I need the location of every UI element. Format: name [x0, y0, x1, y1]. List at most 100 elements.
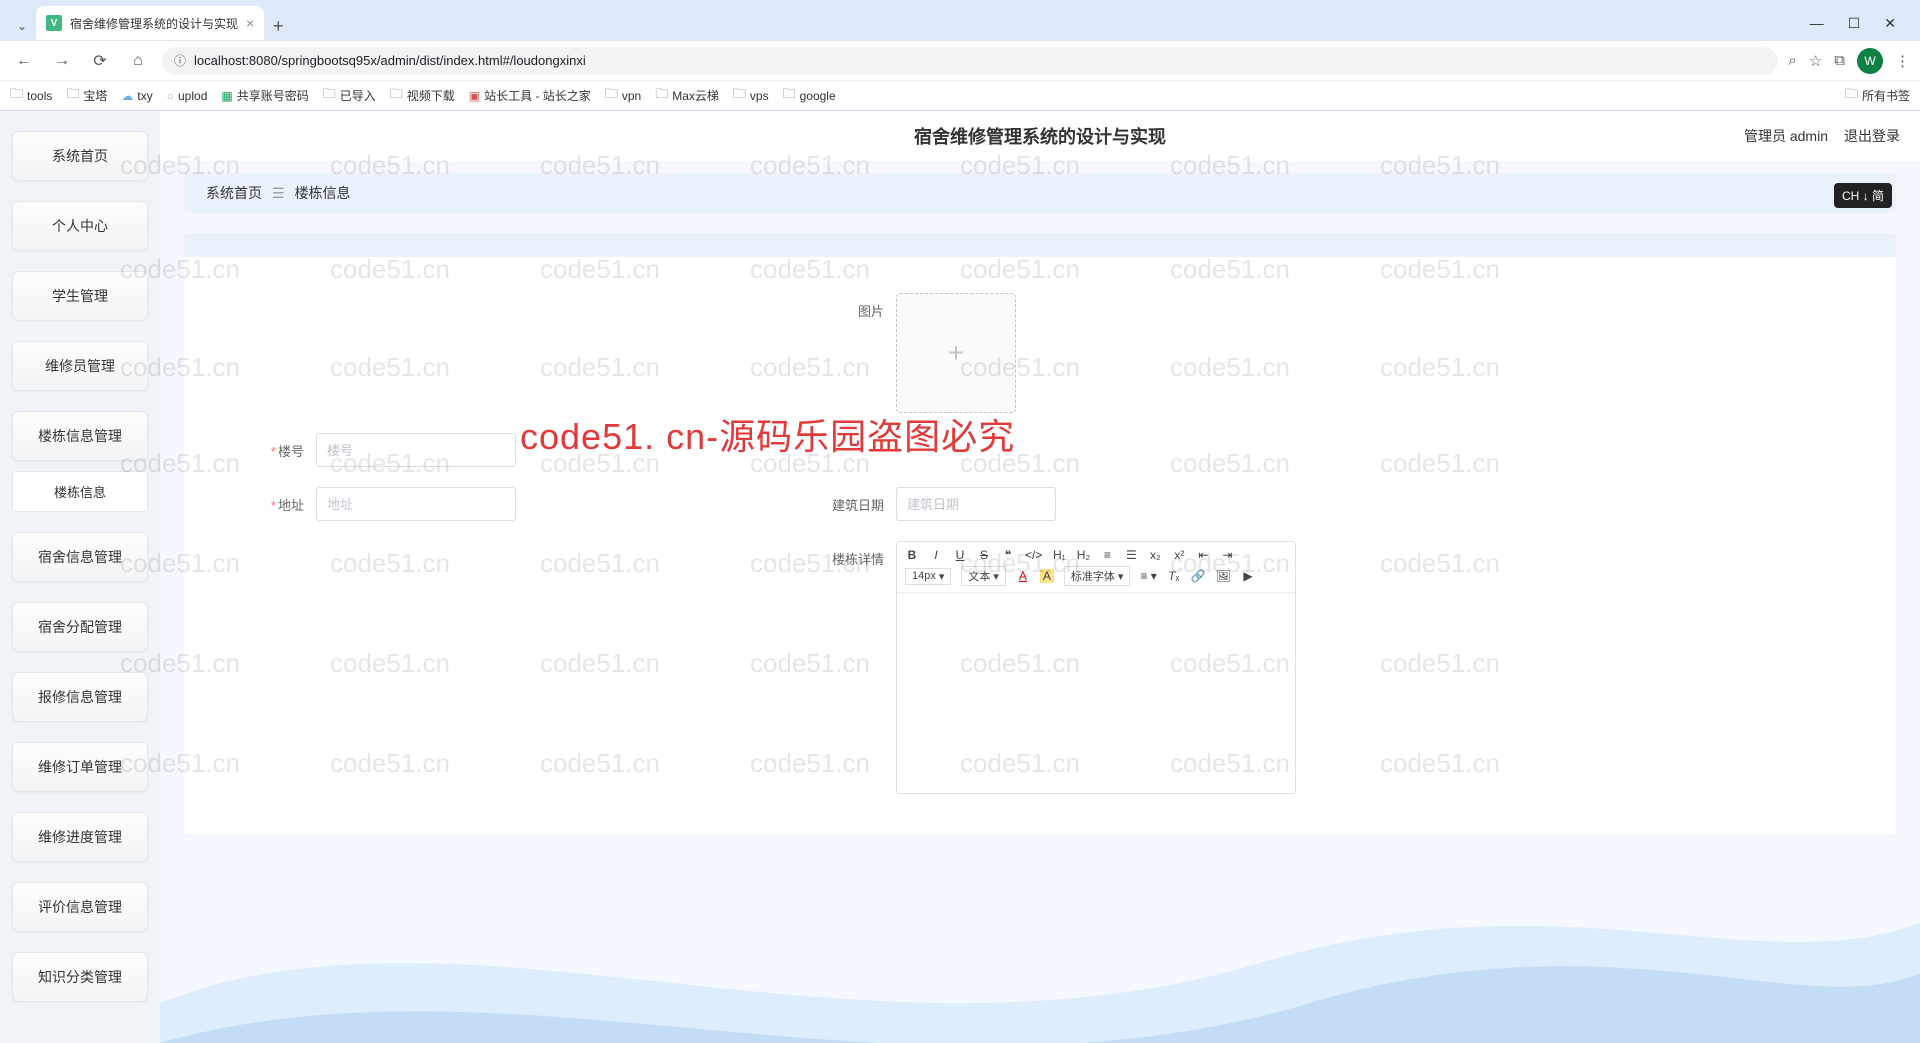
font-family-select[interactable]: 标准字体 ▾	[1064, 566, 1131, 586]
sidebar-item-repair-order[interactable]: 维修订单管理	[12, 742, 148, 792]
sidebar-item-dorm-assign[interactable]: 宿舍分配管理	[12, 602, 148, 652]
bookmark-star-icon[interactable]: ☆	[1809, 52, 1822, 70]
building-no-input[interactable]	[316, 433, 516, 467]
bookmark-item[interactable]: 🗀vps	[733, 85, 769, 107]
back-icon[interactable]: ←	[10, 47, 38, 75]
reload-icon[interactable]: ⟳	[86, 47, 114, 75]
sup-icon[interactable]: x²	[1172, 548, 1186, 562]
bookmark-item[interactable]: ▦共享账号密码	[221, 87, 308, 104]
ime-indicator[interactable]: CH ↓ 简	[1834, 183, 1892, 208]
sidebar-item-building-info[interactable]: 楼栋信息管理	[12, 411, 148, 461]
bookmark-item[interactable]: 🗀已导入	[323, 85, 376, 107]
image-icon[interactable]: 🖼	[1216, 569, 1231, 583]
code-icon[interactable]: </>	[1025, 548, 1042, 562]
bold-icon[interactable]: B	[905, 548, 919, 562]
tab-title: 宿舍维修管理系统的设计与实现	[70, 15, 238, 32]
sidebar-item-knowledge[interactable]: 知识分类管理	[12, 952, 148, 1002]
link-icon[interactable]: 🔗	[1191, 569, 1206, 583]
sheet-icon: ▦	[221, 89, 232, 103]
address-label: 地址	[278, 498, 304, 513]
build-date-input[interactable]	[896, 487, 1056, 521]
sidebar-item-profile[interactable]: 个人中心	[12, 201, 148, 251]
browser-chrome: ⌄ V 宿舍维修管理系统的设计与实现 × + — ☐ ✕ ← → ⟳ ⌂ ⓘ l…	[0, 0, 1920, 111]
font-color-icon[interactable]: A	[1016, 569, 1030, 583]
bookmark-item[interactable]: 🗀vpn	[605, 85, 641, 107]
indent-right-icon[interactable]: ⇥	[1220, 548, 1234, 562]
chrome-menu-icon[interactable]: ⋮	[1895, 52, 1910, 70]
breadcrumb-sep-icon: ☰	[272, 185, 285, 202]
sidebar-item-repair-progress[interactable]: 维修进度管理	[12, 812, 148, 862]
rich-editor: B I U S ❝ </> H₁ H₂ ≡ ☰ x₂ x² ⇤	[896, 541, 1296, 794]
window-controls: — ☐ ✕	[1794, 6, 1912, 40]
folder-icon: 🗀	[733, 85, 746, 107]
bookmark-item[interactable]: ▣站长工具 - 站长之家	[469, 87, 591, 104]
home-icon[interactable]: ⌂	[124, 47, 152, 75]
indent-left-icon[interactable]: ⇤	[1196, 548, 1210, 562]
sidebar-item-home[interactable]: 系统首页	[12, 131, 148, 181]
bookmark-item[interactable]: ☁txy	[121, 89, 152, 103]
bookmark-item[interactable]: 🗀tools	[10, 85, 52, 107]
profile-avatar[interactable]: W	[1857, 48, 1883, 74]
extensions-icon[interactable]: ⧉	[1834, 52, 1845, 69]
bookmark-item[interactable]: ○uplod	[167, 89, 208, 103]
video-icon[interactable]: ▶	[1241, 569, 1255, 583]
folder-icon: 🗀	[655, 85, 668, 107]
breadcrumb-current: 楼栋信息	[295, 183, 351, 203]
url-field[interactable]: ⓘ localhost:8080/springbootsq95x/admin/d…	[162, 47, 1778, 75]
logout-link[interactable]: 退出登录	[1844, 126, 1900, 146]
maximize-icon[interactable]: ☐	[1848, 15, 1861, 32]
editor-toolbar: B I U S ❝ </> H₁ H₂ ≡ ☰ x₂ x² ⇤	[897, 542, 1295, 593]
bookmark-item[interactable]: 🗀google	[783, 85, 836, 107]
bg-color-icon[interactable]: A	[1040, 569, 1054, 583]
minimize-icon[interactable]: —	[1810, 15, 1824, 31]
app-header: 宿舍维修管理系统的设计与实现 管理员 admin 退出登录	[160, 111, 1920, 161]
url-text: localhost:8080/springbootsq95x/admin/dis…	[194, 53, 586, 68]
build-date-label: 建筑日期	[804, 487, 884, 514]
underline-icon[interactable]: U	[953, 548, 967, 562]
sidebar-item-repair-request[interactable]: 报修信息管理	[12, 672, 148, 722]
editor-content[interactable]	[897, 593, 1295, 793]
text-type-select[interactable]: 文本 ▾	[961, 566, 1006, 586]
sub-icon[interactable]: x₂	[1148, 548, 1162, 562]
image-upload[interactable]: +	[896, 293, 1016, 413]
sidebar-item-review-info[interactable]: 评价信息管理	[12, 882, 148, 932]
key-icon[interactable]: ⌕	[1788, 52, 1796, 69]
tab-bar: ⌄ V 宿舍维修管理系统的设计与实现 × + — ☐ ✕	[0, 0, 1920, 40]
h1-icon[interactable]: H₁	[1052, 548, 1066, 562]
h2-icon[interactable]: H₂	[1076, 548, 1090, 562]
sidebar-item-students[interactable]: 学生管理	[12, 271, 148, 321]
bookmark-item[interactable]: 🗀视频下载	[390, 85, 455, 107]
form-row-detail: 楼栋详情 B I U S ❝ </> H₁ H₂ ≡ ☰	[804, 541, 1856, 794]
sidebar-item-repairers[interactable]: 维修员管理	[12, 341, 148, 391]
quote-icon[interactable]: ❝	[1001, 548, 1015, 562]
font-size-select[interactable]: 14px ▾	[905, 568, 951, 585]
app-title: 宿舍维修管理系统的设计与实现	[914, 123, 1166, 149]
tab-close-icon[interactable]: ×	[246, 15, 254, 31]
folder-icon: 🗀	[10, 85, 23, 107]
image-label: 图片	[804, 293, 884, 320]
close-window-icon[interactable]: ✕	[1884, 15, 1896, 32]
bookmark-item[interactable]: 🗀宝塔	[66, 85, 107, 107]
tab-list-dropdown[interactable]: ⌄	[8, 12, 36, 40]
sidebar-item-dorm-info[interactable]: 宿舍信息管理	[12, 532, 148, 582]
forward-icon[interactable]: →	[48, 47, 76, 75]
form-row-image: 图片 +	[804, 293, 1856, 413]
list-unordered-icon[interactable]: ☰	[1124, 548, 1138, 562]
folder-icon: 🗀	[605, 85, 618, 107]
all-bookmarks[interactable]: 🗀所有书签	[1845, 85, 1910, 107]
folder-icon: 🗀	[390, 85, 403, 107]
address-input[interactable]	[316, 487, 516, 521]
align-select[interactable]: ≡ ▾	[1140, 569, 1156, 583]
sidebar: 系统首页 个人中心 学生管理 维修员管理 楼栋信息管理 楼栋信息 宿舍信息管理 …	[0, 111, 160, 1043]
site-info-icon[interactable]: ⓘ	[174, 52, 186, 69]
list-ordered-icon[interactable]: ≡	[1100, 548, 1114, 562]
new-tab-button[interactable]: +	[264, 12, 292, 40]
user-label[interactable]: 管理员 admin	[1744, 126, 1828, 146]
clear-format-icon[interactable]: Tₓ	[1167, 569, 1181, 583]
italic-icon[interactable]: I	[929, 548, 943, 562]
breadcrumb-home[interactable]: 系统首页	[206, 183, 262, 203]
sidebar-sub-building-info[interactable]: 楼栋信息	[12, 471, 148, 512]
browser-tab[interactable]: V 宿舍维修管理系统的设计与实现 ×	[36, 6, 264, 40]
strike-icon[interactable]: S	[977, 548, 991, 562]
bookmark-item[interactable]: 🗀Max云梯	[655, 85, 719, 107]
